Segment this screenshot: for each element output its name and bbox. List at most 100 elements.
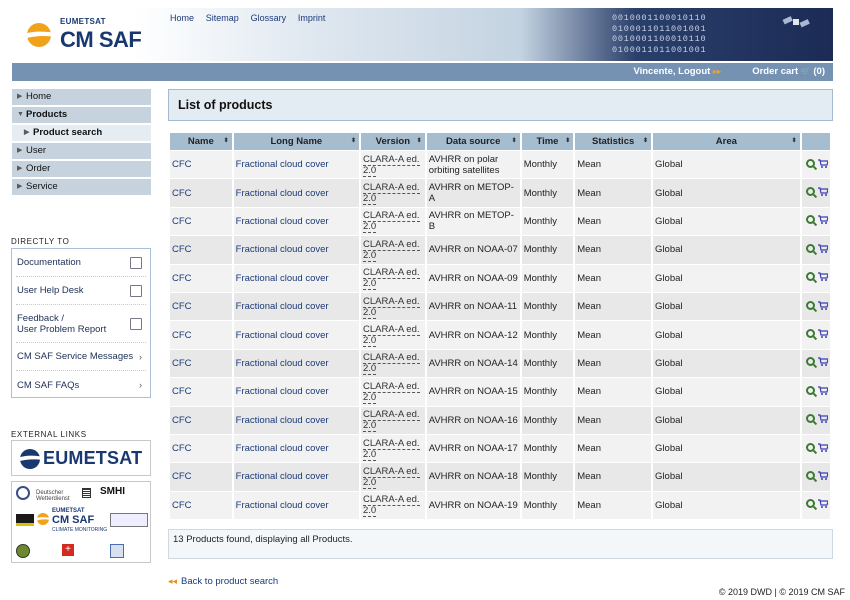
cell-long-name[interactable]: Fractional cloud cover — [233, 434, 359, 463]
magnifier-icon[interactable] — [805, 329, 815, 339]
cell-name[interactable]: CFC — [170, 406, 232, 434]
cell-version[interactable]: CLARA-A ed. 2.0 — [361, 207, 425, 236]
column-header-time[interactable]: Time ⬍ — [521, 133, 574, 150]
add-to-cart-icon[interactable] — [817, 329, 828, 339]
column-header-statistics[interactable]: Statistics ⬍ — [575, 133, 652, 150]
magnifier-icon[interactable] — [805, 272, 815, 282]
sidebar-item-user[interactable]: ▶ User — [12, 143, 151, 159]
cell-name[interactable]: CFC — [170, 236, 232, 264]
magnifier-icon[interactable] — [805, 442, 815, 452]
cell-long-name[interactable]: Fractional cloud cover — [233, 292, 359, 321]
add-to-cart-icon[interactable] — [817, 301, 828, 310]
add-to-cart-icon[interactable] — [817, 215, 828, 225]
globe-logo-icon[interactable] — [16, 544, 30, 558]
add-to-cart-icon[interactable] — [817, 357, 828, 367]
add-to-cart-icon[interactable] — [817, 414, 828, 424]
magnifier-icon[interactable] — [805, 499, 815, 509]
magnifier-icon[interactable] — [805, 215, 815, 225]
partner-logo-icon[interactable] — [110, 513, 148, 527]
back-to-search-link[interactable]: ◂◂ Back to product search — [168, 576, 278, 587]
swiss-flag-icon[interactable]: + — [62, 544, 74, 556]
magnifier-icon[interactable] — [805, 385, 815, 395]
magnifier-icon[interactable] — [805, 243, 815, 253]
cell-long-name[interactable]: Fractional cloud cover — [233, 151, 359, 179]
cell-long-name[interactable]: Fractional cloud cover — [233, 378, 359, 406]
logout-link[interactable]: Vincente, Logout ▸▸ — [633, 66, 721, 77]
cell-long-name[interactable]: Fractional cloud cover — [233, 179, 359, 207]
cell-version[interactable]: CLARA-A ed. 2.0 — [361, 434, 425, 463]
add-to-cart-icon[interactable] — [817, 499, 828, 509]
order-cart-link[interactable]: Order cart 🛒 (0) — [752, 66, 825, 77]
kmi-logo-icon[interactable] — [16, 514, 34, 526]
cis-logo-icon[interactable] — [16, 486, 30, 500]
sidebar-item-product-search[interactable]: ▶ Product search — [12, 125, 151, 141]
cell-version[interactable]: CLARA-A ed. 2.0 — [361, 236, 425, 264]
column-header-long-name[interactable]: Long Name ⬍ — [233, 133, 359, 150]
documentation-link[interactable]: Documentation — [16, 249, 146, 277]
cell-name[interactable]: CFC — [170, 321, 232, 349]
column-header-name[interactable]: Name ⬍ — [170, 133, 232, 150]
cell-version[interactable]: CLARA-A ed. 2.0 — [361, 463, 425, 491]
column-header-area[interactable]: Area ⬍ — [653, 133, 800, 150]
add-to-cart-icon[interactable] — [817, 159, 828, 168]
topnav-glossary-link[interactable]: Glossary — [251, 13, 287, 23]
smhi-logo-text[interactable]: SMHI — [100, 486, 125, 497]
dwd-logo-text[interactable]: Deutscher Wetterdienst — [36, 490, 78, 502]
column-header-data-source[interactable]: Data source ⬍ — [426, 133, 520, 150]
partner-cmsaf-text[interactable]: CM SAF — [52, 514, 94, 526]
cell-long-name[interactable]: Fractional cloud cover — [233, 349, 359, 378]
magnifier-icon[interactable] — [805, 187, 815, 197]
cell-name[interactable]: CFC — [170, 179, 232, 207]
cell-name[interactable]: CFC — [170, 264, 232, 292]
cell-long-name[interactable]: Fractional cloud cover — [233, 491, 359, 520]
cell-long-name[interactable]: Fractional cloud cover — [233, 207, 359, 236]
eumetsat-link[interactable]: EUMETSAT — [11, 440, 151, 476]
cell-name[interactable]: CFC — [170, 207, 232, 236]
faqs-link[interactable]: CM SAF FAQs › — [16, 371, 146, 399]
cell-long-name[interactable]: Fractional cloud cover — [233, 264, 359, 292]
cell-version[interactable]: CLARA-A ed. 2.0 — [361, 264, 425, 292]
cell-long-name[interactable]: Fractional cloud cover — [233, 463, 359, 491]
magnifier-icon[interactable] — [805, 414, 815, 424]
magnifier-icon[interactable] — [805, 300, 815, 310]
add-to-cart-icon[interactable] — [817, 187, 828, 197]
add-to-cart-icon[interactable] — [817, 442, 828, 452]
cell-version[interactable]: CLARA-A ed. 2.0 — [361, 179, 425, 207]
cell-name[interactable]: CFC — [170, 151, 232, 179]
sidebar-item-products[interactable]: ▼ Products — [12, 107, 151, 123]
cell-name[interactable]: CFC — [170, 292, 232, 321]
topnav-imprint-link[interactable]: Imprint — [298, 13, 326, 23]
add-to-cart-icon[interactable] — [817, 244, 828, 253]
cell-name[interactable]: CFC — [170, 378, 232, 406]
cell-name[interactable]: CFC — [170, 491, 232, 520]
cell-version[interactable]: CLARA-A ed. 2.0 — [361, 292, 425, 321]
add-to-cart-icon[interactable] — [817, 471, 828, 480]
add-to-cart-icon[interactable] — [817, 272, 828, 282]
cell-version[interactable]: CLARA-A ed. 2.0 — [361, 349, 425, 378]
magnifier-icon[interactable] — [805, 357, 815, 367]
cell-long-name[interactable]: Fractional cloud cover — [233, 406, 359, 434]
topnav-home-link[interactable]: Home — [170, 13, 194, 23]
cell-long-name[interactable]: Fractional cloud cover — [233, 236, 359, 264]
magnifier-icon[interactable] — [805, 158, 815, 168]
cmsaf-logo[interactable]: EUMETSAT CM SAF — [22, 15, 152, 55]
cell-version[interactable]: CLARA-A ed. 2.0 — [361, 491, 425, 520]
cell-version[interactable]: CLARA-A ed. 2.0 — [361, 378, 425, 406]
feedback-link[interactable]: Feedback / User Problem Report — [16, 305, 146, 343]
mf-logo-icon[interactable] — [110, 544, 124, 558]
column-header-version[interactable]: Version ⬍ — [361, 133, 425, 150]
magnifier-icon[interactable] — [805, 470, 815, 480]
cell-long-name[interactable]: Fractional cloud cover — [233, 321, 359, 349]
user-help-desk-link[interactable]: User Help Desk — [16, 277, 146, 305]
cell-name[interactable]: CFC — [170, 463, 232, 491]
sidebar-item-service[interactable]: ▶ Service — [12, 179, 151, 195]
cell-version[interactable]: CLARA-A ed. 2.0 — [361, 406, 425, 434]
sidebar-item-home[interactable]: ▶ Home — [12, 89, 151, 105]
topnav-sitemap-link[interactable]: Sitemap — [206, 13, 239, 23]
sidebar-item-order[interactable]: ▶ Order — [12, 161, 151, 177]
cell-name[interactable]: CFC — [170, 349, 232, 378]
add-to-cart-icon[interactable] — [817, 386, 828, 395]
cell-version[interactable]: CLARA-A ed. 2.0 — [361, 321, 425, 349]
service-messages-link[interactable]: CM SAF Service Messages › — [16, 343, 146, 371]
cell-name[interactable]: CFC — [170, 434, 232, 463]
